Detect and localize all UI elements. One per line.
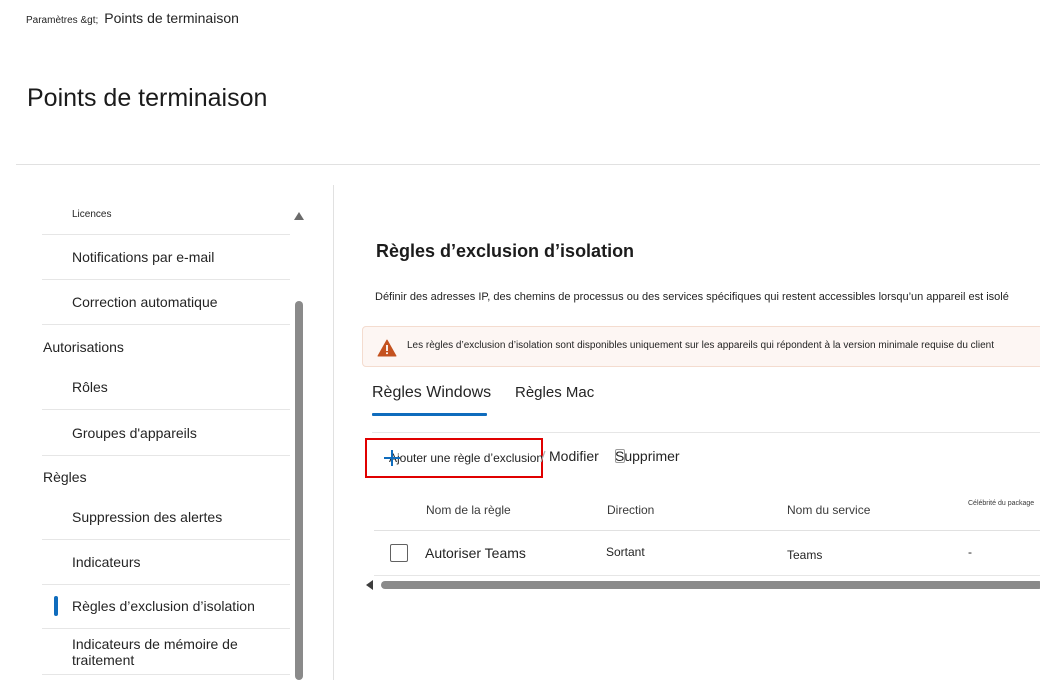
nav-item-alert-suppression[interactable]: Suppression des alertes: [42, 495, 290, 540]
section-title: Règles d’exclusion d’isolation: [376, 241, 635, 261]
cell-package: -: [968, 545, 972, 559]
nav-item-label: Règles d’exclusion d’isolation: [72, 598, 255, 614]
page-title: Points de terminaison: [27, 84, 268, 112]
active-indicator: [54, 596, 58, 616]
nav-item-label: Suppression des alertes: [72, 509, 223, 525]
breadcrumb: Paramètres &gt; Points de terminaison: [26, 10, 239, 26]
nav-item-label: Correction automatique: [72, 294, 218, 310]
nav-item-label: Notifications par e-mail: [72, 249, 215, 265]
nav-item-label: Indicateurs de mémoire de traitement: [72, 636, 238, 668]
cell-service-name: Teams: [787, 548, 823, 562]
row-divider: [374, 575, 1040, 576]
column-header-package[interactable]: Célébrité du package: [968, 500, 1034, 507]
warning-text: Les règles d’exclusion d’isolation sont …: [407, 340, 995, 351]
section-description: Définir des adresses IP, des chemins de …: [375, 291, 1009, 303]
nav-item-email-notifications[interactable]: Notifications par e-mail: [42, 235, 290, 280]
nav-item-label: Indicateurs: [72, 554, 141, 570]
settings-nav: Licences Notifications par e-mail Correc…: [0, 185, 330, 680]
edit-button-label: Modifier: [549, 448, 599, 464]
nav-item-label: Licences: [72, 208, 112, 220]
table-header-divider: [374, 530, 1040, 531]
column-header-rule-name[interactable]: Nom de la règle: [426, 503, 511, 517]
nav-item-device-groups[interactable]: Groupes d'appareils: [42, 411, 290, 456]
add-button-label: Ajouter une règle d’exclusion: [389, 451, 544, 465]
nav-section-permissions: Autorisations: [43, 339, 124, 355]
edit-button[interactable]: Modifier: [540, 448, 599, 464]
row-checkbox[interactable]: [390, 544, 408, 562]
column-header-service-name[interactable]: Nom du service: [787, 503, 870, 517]
nav-item-licences[interactable]: Licences: [42, 194, 290, 235]
cell-rule-name[interactable]: Autoriser Teams: [425, 545, 526, 561]
add-exclusion-rule-button[interactable]: Ajouter une règle d’exclusion: [365, 438, 543, 478]
breadcrumb-parent[interactable]: Paramètres &gt;: [26, 15, 98, 26]
nav-item-indicators[interactable]: Indicateurs: [42, 540, 290, 585]
tab-selected-indicator: [372, 413, 487, 416]
horizontal-scroll-thumb[interactable]: [381, 581, 1040, 589]
nav-item-auto-remediation[interactable]: Correction automatique: [42, 280, 290, 325]
header-divider: [16, 164, 1040, 165]
nav-item-process-memory-indicators[interactable]: Indicateurs de mémoire de traitement: [42, 630, 290, 675]
tab-mac-rules[interactable]: Règles Mac: [515, 384, 594, 401]
nav-section-rules: Règles: [43, 469, 87, 485]
nav-scroll-thumb[interactable]: [295, 301, 303, 680]
nav-scrollbar[interactable]: [294, 185, 304, 680]
column-header-direction[interactable]: Direction: [607, 503, 654, 517]
scroll-up-arrow-icon[interactable]: [294, 212, 304, 220]
warning-icon: [377, 339, 397, 362]
nav-divider: [333, 185, 334, 680]
nav-item-label: Groupes d'appareils: [72, 425, 197, 441]
cell-direction: Sortant: [606, 545, 645, 559]
nav-item-isolation-exclusion-rules[interactable]: Règles d’exclusion d’isolation: [42, 584, 290, 629]
scroll-left-arrow-icon[interactable]: [366, 580, 373, 590]
nav-item-roles[interactable]: Rôles: [42, 365, 290, 410]
nav-item-label: Rôles: [72, 379, 108, 395]
table-horizontal-scrollbar[interactable]: [364, 578, 1040, 592]
pencil-icon: [539, 449, 547, 463]
tabs-divider: [372, 432, 1040, 433]
tab-windows-rules[interactable]: Règles Windows: [372, 384, 491, 402]
breadcrumb-current: Points de terminaison: [104, 10, 239, 26]
warning-banner: Les règles d’exclusion d’isolation sont …: [362, 326, 1040, 367]
copy-icon: [615, 449, 625, 463]
